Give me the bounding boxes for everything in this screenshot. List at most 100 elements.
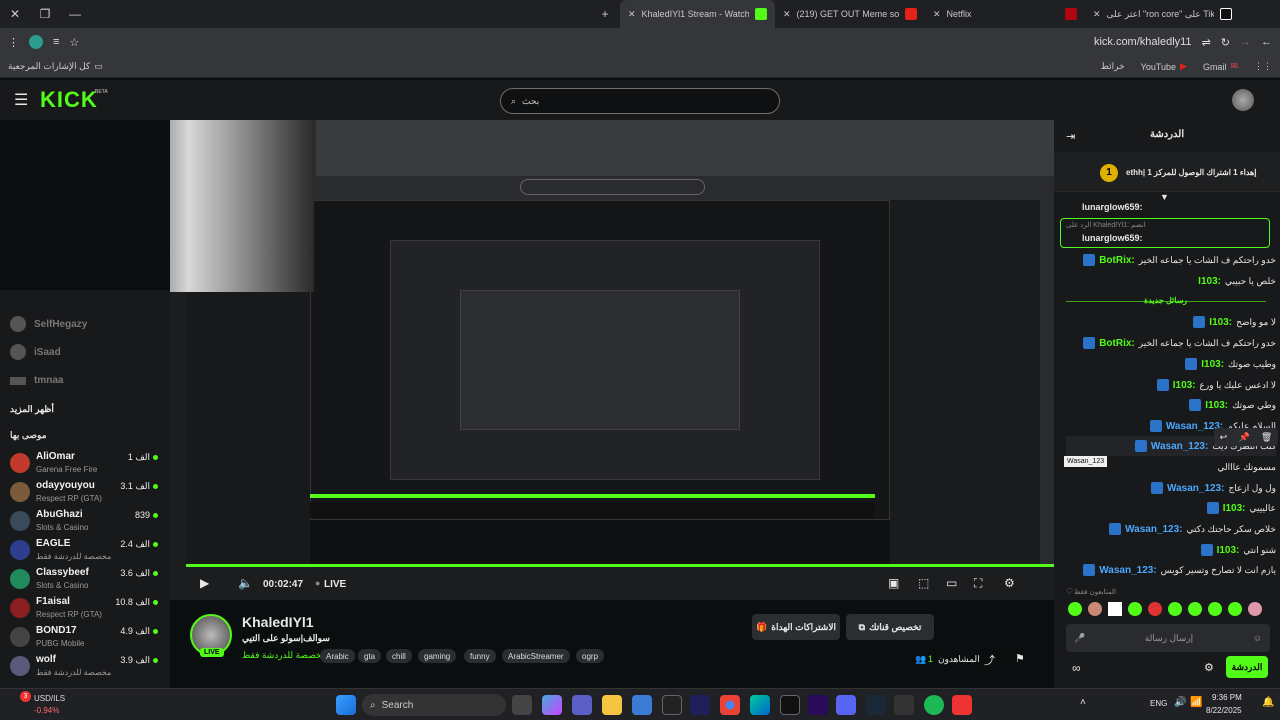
reply-icon[interactable]: ↩	[1220, 432, 1228, 443]
bookmark-gmail[interactable]: Gmail	[1203, 62, 1227, 72]
chrome-icon[interactable]	[720, 695, 740, 715]
sidebar-channel-classybeef[interactable]: Classybeef Slots & Casino 3.6 الف	[0, 566, 170, 596]
maximize-window-button[interactable]: ❐	[30, 0, 60, 28]
clock-time[interactable]: 9:36 PM	[1212, 693, 1242, 702]
send-chat-button[interactable]: الدردشة	[1226, 656, 1268, 678]
pin-icon[interactable]: 📌	[1238, 432, 1249, 443]
apps-grid-icon[interactable]: ⋮⋮	[1254, 61, 1272, 72]
emote-icon[interactable]	[1128, 602, 1142, 616]
progress-bar[interactable]	[186, 564, 1054, 567]
windows-start-icon[interactable]	[336, 695, 356, 715]
record-icon[interactable]	[952, 695, 972, 715]
chat-username[interactable]: BotRix:	[1099, 338, 1135, 349]
volume-tray-icon[interactable]: 🔊	[1174, 697, 1186, 708]
mic-icon[interactable]: 🎤	[1074, 633, 1085, 644]
bookmark-youtube[interactable]: YouTube	[1141, 62, 1176, 72]
pip-icon[interactable]: ▣	[888, 576, 899, 590]
show-more-link[interactable]: أظهر المزيد	[10, 404, 54, 415]
fullscreen-icon[interactable]: ⛶	[974, 576, 982, 591]
close-window-button[interactable]: ✕	[0, 0, 30, 28]
sidebar-channel-odayyouyou[interactable]: odayyouyou Respect RP (GTA) 3.1 الف	[0, 479, 170, 509]
volume-icon[interactable]: 🔈	[238, 576, 253, 590]
settings-gear-icon[interactable]: ⚙	[1004, 576, 1015, 590]
theater-icon[interactable]: ⬚	[918, 576, 929, 590]
tab-youtube[interactable]: ✕ (219) GET OUT Meme sound ef	[775, 0, 925, 28]
emoji-icon[interactable]: ☺	[1253, 633, 1262, 643]
file-explorer-icon[interactable]	[602, 695, 622, 715]
taskbar-search[interactable]: ⌕ Search	[362, 694, 506, 716]
discord-icon[interactable]	[836, 695, 856, 715]
tab-tiktok[interactable]: ✕ اعثر على ‎"ron core"‎ على TikTok	[1085, 0, 1240, 28]
teams-icon[interactable]	[572, 695, 592, 715]
reading-list-icon[interactable]: ≡	[53, 36, 59, 48]
copilot-icon[interactable]	[542, 695, 562, 715]
user-avatar[interactable]	[1232, 89, 1254, 111]
video-player[interactable]: ▶ 🔈 00:02:47 ● LIVE ▣ ⬚ ▭ ⛶ ⚙	[170, 120, 1054, 600]
tag[interactable]: ogrp	[576, 649, 605, 663]
close-tab-icon[interactable]: ✕	[933, 9, 941, 20]
share-icon[interactable]: ⤴	[984, 652, 995, 668]
sidebar-channel-aliomar[interactable]: AliOmar Garena Free Fire 1 الف	[0, 450, 170, 480]
chat-username[interactable]: Wasan_123:	[1151, 441, 1208, 452]
tab-netflix[interactable]: ✕ Netflix	[925, 0, 1085, 28]
emote-icon[interactable]	[1188, 602, 1202, 616]
sidebar-channel-wolf[interactable]: wolf مخصصة للدردشة فقط 3.9 الف	[0, 653, 170, 683]
sidebar-channel-f1aisal[interactable]: F1aisal Respect RP (GTA) 10.8 الف	[0, 595, 170, 625]
stream-category[interactable]: مخصصة للدردشة فقط	[242, 650, 327, 661]
notifications-icon[interactable]: 🔔	[1262, 697, 1274, 708]
chat-username[interactable]: Wasan_123:	[1099, 565, 1156, 576]
edge-icon[interactable]	[750, 695, 770, 715]
play-icon[interactable]: ▶	[200, 576, 209, 590]
hamburger-menu-icon[interactable]: ☰	[14, 90, 28, 110]
delete-icon[interactable]: 🗑	[1261, 432, 1272, 443]
chat-username[interactable]: BotRix:	[1099, 255, 1135, 266]
chat-username[interactable]: Wasan_123:	[1125, 524, 1182, 535]
chat-mode-icon[interactable]: ∞	[1072, 661, 1081, 675]
clock-date[interactable]: 8/22/2025	[1206, 706, 1242, 715]
chat-username[interactable]: I103:	[1201, 359, 1224, 370]
steam-icon[interactable]	[866, 695, 886, 715]
wifi-icon[interactable]: 📶	[1190, 697, 1202, 708]
chat-username[interactable]: I103:	[1217, 545, 1240, 556]
tune-icon[interactable]: ⇌	[1202, 36, 1211, 49]
emote-icon[interactable]	[1088, 602, 1102, 616]
bookmark-star-icon[interactable]: ☆	[69, 36, 79, 49]
language-indicator[interactable]: ENG	[1150, 699, 1167, 708]
bookmark-maps[interactable]: خرائط	[1101, 61, 1125, 72]
ticker-symbol[interactable]: USD/ILS	[34, 694, 65, 703]
profile-avatar[interactable]	[29, 35, 43, 49]
close-tab-icon[interactable]: ✕	[783, 9, 791, 20]
chat-username[interactable]: I103:	[1223, 503, 1246, 514]
after-effects-icon[interactable]	[690, 695, 710, 715]
miniplayer-icon[interactable]: ▭	[946, 576, 957, 590]
chat-username[interactable]: I103:	[1198, 276, 1221, 287]
tag[interactable]: funny	[464, 649, 496, 663]
tray-chevron-icon[interactable]: ˄	[1080, 697, 1086, 708]
menu-dots-icon[interactable]: ⋮	[8, 36, 19, 49]
emote-icon[interactable]	[1068, 602, 1082, 616]
github-icon[interactable]	[662, 695, 682, 715]
new-tab-button[interactable]: +	[590, 0, 620, 28]
sidebar-faded-item[interactable]: iSaad	[10, 344, 61, 360]
chat-username[interactable]: I103:	[1205, 400, 1228, 411]
store-icon[interactable]	[632, 695, 652, 715]
game-icon[interactable]	[894, 695, 914, 715]
chat-username[interactable]: I103:	[1173, 380, 1196, 391]
tag[interactable]: gta	[358, 649, 382, 663]
close-tab-icon[interactable]: ✕	[628, 9, 636, 20]
back-icon[interactable]: ←	[1261, 36, 1272, 48]
emote-icon[interactable]	[1108, 602, 1122, 616]
customize-channel-button[interactable]: ⧉ تخصيص قناتك	[846, 614, 934, 640]
reload-icon[interactable]: ↻	[1221, 36, 1230, 49]
capcut-icon[interactable]	[780, 695, 800, 715]
minimize-window-button[interactable]: —	[60, 0, 90, 28]
emote-icon[interactable]	[1228, 602, 1242, 616]
close-tab-icon[interactable]: ✕	[1093, 9, 1101, 20]
streamer-name[interactable]: KhaledIYl1	[242, 614, 314, 630]
kick-logo[interactable]: KICK	[40, 87, 98, 113]
emote-icon[interactable]	[1148, 602, 1162, 616]
chat-settings-icon[interactable]: ⚙	[1204, 661, 1214, 674]
sidebar-faded-item[interactable]: SelfHegazy	[10, 316, 87, 332]
sidebar-channel-eagle[interactable]: EAGLE مخصصة للدردشة فقط 2.4 الف	[0, 537, 170, 567]
collapse-chat-icon[interactable]: ⇥	[1066, 130, 1075, 143]
